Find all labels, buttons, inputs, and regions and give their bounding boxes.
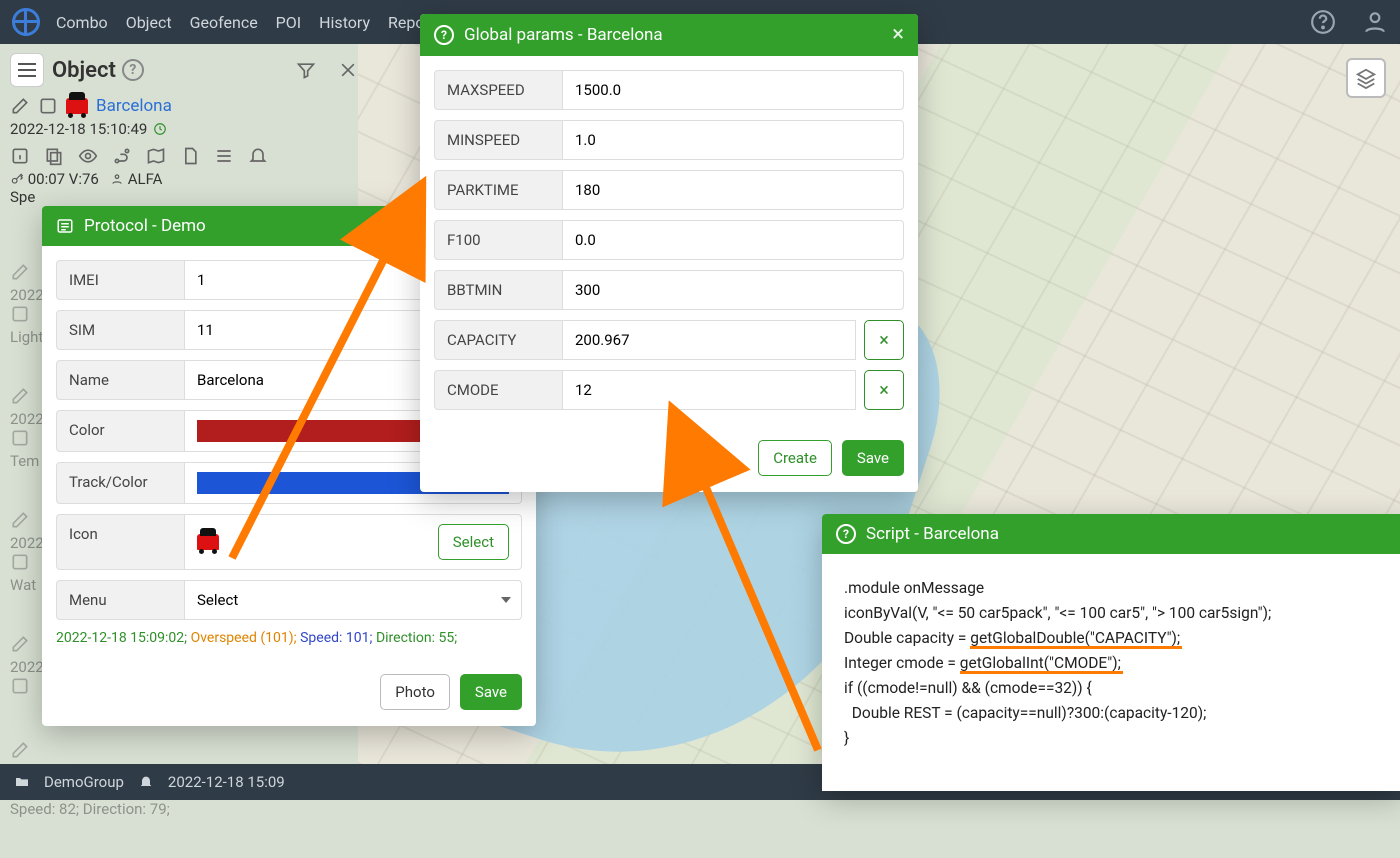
help-icon[interactable]: ?	[836, 524, 856, 544]
param-input[interactable]	[562, 370, 856, 410]
filter-icon[interactable]	[296, 60, 316, 80]
modal-title: Protocol - Demo	[84, 216, 206, 236]
param-label: F100	[434, 220, 562, 260]
save-button[interactable]: Save	[842, 440, 904, 476]
nav-object[interactable]: Object	[126, 13, 172, 32]
param-label: PARKTIME	[434, 170, 562, 210]
param-input[interactable]	[562, 320, 856, 360]
select-icon-button[interactable]: Select	[438, 524, 509, 560]
param-label: BBTMIN	[434, 270, 562, 310]
create-button[interactable]: Create	[758, 440, 832, 476]
script-code[interactable]: .module onMessage iconByVal(V, "<= 50 ca…	[822, 554, 1400, 791]
document-icon[interactable]	[180, 146, 200, 166]
script-panel: ? Script - Barcelona .module onMessage i…	[822, 514, 1400, 791]
edit-icon[interactable]	[10, 510, 30, 530]
edit-icon[interactable]	[10, 386, 30, 406]
field-label: Color	[56, 410, 184, 452]
nav-geofence[interactable]: Geofence	[190, 13, 258, 32]
object-speed-label: Spe	[10, 188, 358, 206]
help-icon[interactable]: ?	[122, 59, 144, 81]
param-input[interactable]	[562, 70, 904, 110]
code-highlight: getGlobalDouble("CAPACITY");	[970, 629, 1180, 647]
person-icon	[110, 172, 124, 186]
object-action-bar	[10, 146, 358, 166]
app-logo	[12, 8, 40, 36]
user-icon[interactable]	[1362, 9, 1388, 35]
route-icon[interactable]	[112, 146, 132, 166]
object-kv-line: 00:07 V:76 ALFA	[10, 170, 358, 188]
modal-title: Script - Barcelona	[866, 524, 999, 544]
field-label: Track/Color	[56, 462, 184, 504]
field-label: Menu	[56, 580, 184, 620]
param-input[interactable]	[562, 170, 904, 210]
object-timestamp: 2022-12-18 15:10:49	[10, 120, 358, 138]
menu-toggle-icon[interactable]	[10, 53, 44, 87]
nav-combo[interactable]: Combo	[56, 13, 108, 32]
list-icon[interactable]	[214, 146, 234, 166]
field-label: SIM	[56, 310, 184, 350]
nav-history[interactable]: History	[319, 13, 370, 32]
param-label: MAXSPEED	[434, 70, 562, 110]
status-time: 2022-12-18 15:09	[168, 773, 285, 791]
edit-icon[interactable]	[10, 262, 30, 282]
help-icon[interactable]: ?	[434, 25, 454, 45]
status-group: DemoGroup	[44, 773, 124, 791]
copy-icon[interactable]	[44, 146, 64, 166]
param-label: CMODE	[434, 370, 562, 410]
info-icon[interactable]	[10, 676, 30, 696]
eye-icon[interactable]	[78, 146, 98, 166]
info-icon[interactable]	[10, 146, 30, 166]
edit-icon[interactable]	[10, 740, 30, 760]
close-icon[interactable]: ×	[892, 24, 904, 46]
top-nav: Combo Object Geofence POI History Report	[56, 13, 436, 32]
field-label: IMEI	[56, 260, 184, 300]
param-label: MINSPEED	[434, 120, 562, 160]
param-input[interactable]	[562, 270, 904, 310]
bell-icon[interactable]	[248, 146, 268, 166]
delete-param-icon[interactable]: ×	[864, 370, 904, 410]
info-icon[interactable]	[10, 428, 30, 448]
info-icon[interactable]	[10, 304, 30, 324]
side-panel-header: Object?	[10, 52, 358, 88]
list-speed: Speed: 82; Direction: 79;	[10, 800, 358, 818]
folder-icon	[14, 774, 30, 790]
layers-icon[interactable]	[1346, 58, 1386, 98]
field-label: Icon	[56, 514, 184, 570]
global-params-modal: ? Global params - Barcelona × MAXSPEED MI…	[420, 14, 918, 492]
nav-poi[interactable]: POI	[276, 13, 301, 32]
checkbox-icon[interactable]	[38, 96, 58, 116]
close-icon[interactable]	[338, 60, 358, 80]
protocol-status-line: 2022-12-18 15:09:02; Overspeed (101); Sp…	[56, 630, 522, 646]
panel-title: Object?	[52, 58, 144, 83]
list-icon	[56, 217, 74, 235]
edit-icon[interactable]	[10, 96, 30, 116]
code-highlight: getGlobalInt("CMODE");	[960, 654, 1121, 672]
photo-button[interactable]: Photo	[380, 674, 450, 710]
field-label: Name	[56, 360, 184, 400]
key-icon	[10, 172, 24, 186]
info-icon[interactable]	[10, 552, 30, 572]
clock-icon	[153, 122, 167, 136]
bell-icon	[138, 774, 154, 790]
param-input[interactable]	[562, 120, 904, 160]
help-icon[interactable]	[1310, 9, 1336, 35]
object-name-link[interactable]: Barcelona	[96, 96, 172, 116]
delete-param-icon[interactable]: ×	[864, 320, 904, 360]
param-input[interactable]	[562, 220, 904, 260]
vehicle-icon	[66, 98, 88, 114]
save-button[interactable]: Save	[460, 674, 522, 710]
menu-select[interactable]: Select	[184, 580, 522, 620]
vehicle-icon	[197, 534, 219, 550]
param-label: CAPACITY	[434, 320, 562, 360]
edit-icon[interactable]	[10, 634, 30, 654]
map-icon[interactable]	[146, 146, 166, 166]
modal-title: Global params - Barcelona	[464, 25, 663, 45]
